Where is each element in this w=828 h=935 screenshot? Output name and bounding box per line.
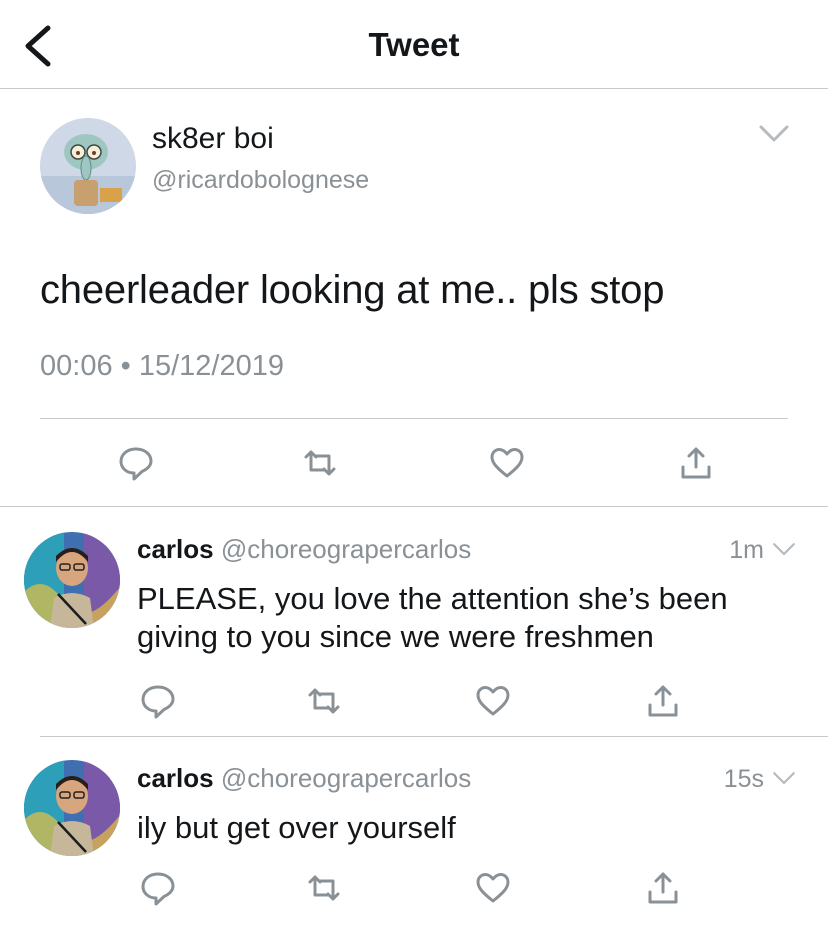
share-icon[interactable] [643,681,683,721]
avatar[interactable] [40,118,136,214]
reply-time: 1m [729,536,764,564]
reply-icon[interactable] [138,868,178,908]
avatar-image [24,532,120,628]
divider [40,418,788,419]
chevron-down-icon[interactable] [772,541,796,558]
page-title: Tweet [368,26,460,63]
retweet-icon[interactable] [300,443,340,483]
like-icon[interactable] [473,868,513,908]
reply-author[interactable]: carlos @choreograpercarlos [137,534,471,565]
share-icon[interactable] [643,868,683,908]
reply-icon[interactable] [138,681,178,721]
like-icon[interactable] [473,681,513,721]
reply-text: ily but get over yourself [137,810,456,845]
share-icon[interactable] [676,443,716,483]
reply-author[interactable]: carlos @choreograpercarlos [137,763,471,794]
tweet-text: cheerleader looking at me.. pls stop [40,268,665,312]
user-handle[interactable]: @choreograpercarlos [221,534,471,564]
chevron-down-icon[interactable] [772,770,796,787]
display-name[interactable]: carlos [137,534,214,564]
like-icon[interactable] [487,443,527,483]
section-divider [0,506,828,507]
reply-text: PLEASE, you love the attention she’s bee… [137,581,728,654]
divider [40,736,828,737]
reply-time: 15s [723,765,764,793]
nav-bar: Tweet [0,0,828,89]
user-handle[interactable]: @ricardobolognese [152,166,369,195]
retweet-icon[interactable] [304,868,344,908]
avatar[interactable] [24,760,120,856]
avatar-image [24,760,120,856]
display-name[interactable]: carlos [137,763,214,793]
user-handle[interactable]: @choreograpercarlos [221,763,471,793]
display-name[interactable]: sk8er boi [152,122,274,156]
reply-icon[interactable] [116,443,156,483]
tweet-timestamp: 00:06 • 15/12/2019 [40,350,284,382]
avatar-image [40,118,136,214]
avatar[interactable] [24,532,120,628]
chevron-down-icon[interactable] [758,123,790,145]
retweet-icon[interactable] [304,681,344,721]
